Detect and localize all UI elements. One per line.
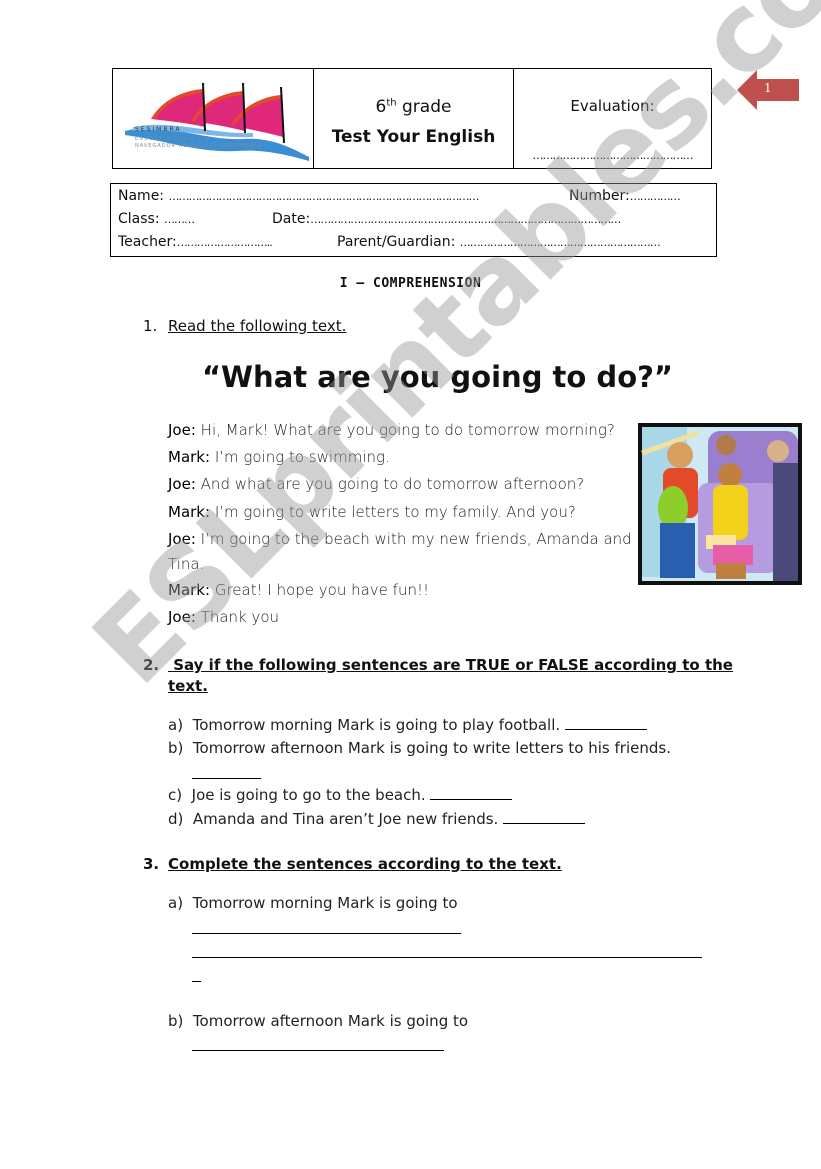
test-title: Test Your English (331, 127, 496, 147)
evaluation-field[interactable]: ………………………………………… (524, 149, 701, 162)
evaluation-label: Evaluation: (570, 97, 655, 115)
dialogue-line: Joe: And what are you going to do tomorr… (168, 475, 585, 493)
student-info-box: Name: ………………………………………………………………………………… Nu… (110, 183, 717, 257)
q2-number: 2. (143, 656, 160, 674)
teacher-field[interactable]: ……………………….. (177, 236, 273, 249)
class-field[interactable]: ……… (164, 213, 195, 226)
date-field[interactable]: ………………………………………………………………………………… (310, 213, 621, 226)
q1-number: 1. (143, 317, 158, 335)
q2-heading-cont: text. (168, 677, 208, 695)
header-table: SESIMBRA ESCOLA BÁSICA 2,3 NAVEGADOR ROD… (112, 68, 712, 169)
class-label: Class: (118, 211, 160, 227)
tf-item-d: d) Amanda and Tina aren’t Joe new friend… (168, 810, 586, 828)
answer-blank[interactable] (192, 778, 261, 779)
q3-number: 3. (143, 855, 160, 873)
story-title: “What are you going to do?” (202, 360, 673, 394)
complete-item-b: b) Tomorrow afternoon Mark is going to (168, 1012, 469, 1030)
answer-blank[interactable] (564, 717, 647, 730)
answer-blank[interactable] (430, 787, 513, 800)
name-field[interactable]: ………………………………………………………………………………… (168, 190, 479, 203)
parent-label: Parent/Guardian: (337, 234, 456, 250)
evaluation-cell: Evaluation: ………………………………………… (514, 69, 711, 168)
dialogue-line: Mark: I’m going to swimming. (168, 448, 390, 466)
answer-line[interactable] (192, 957, 702, 958)
teacher-label: Teacher: (118, 234, 177, 250)
parent-field[interactable]: …………………………………………………… (460, 236, 661, 249)
complete-item-a: a) Tomorrow morning Mark is going to (168, 894, 458, 912)
dialogue-line: Joe: Thank you (168, 608, 280, 626)
dialogue-line: Joe: Hi, Mark! What are you going to do … (168, 421, 615, 439)
dialogue-line: Tina. (168, 555, 205, 573)
svg-text:SESIMBRA: SESIMBRA (135, 126, 182, 133)
svg-text:ESCOLA BÁSICA 2,3: ESCOLA BÁSICA 2,3 (135, 135, 210, 142)
answer-line[interactable] (192, 933, 461, 934)
section-title: I – COMPREHENSION (339, 276, 482, 291)
school-logo-cell: SESIMBRA ESCOLA BÁSICA 2,3 NAVEGADOR ROD… (113, 69, 314, 168)
number-field[interactable]: …………… (630, 190, 681, 203)
school-logo-icon: SESIMBRA ESCOLA BÁSICA 2,3 NAVEGADOR ROD… (125, 82, 309, 161)
answer-line[interactable] (192, 1050, 444, 1051)
dialogue-line: Mark: I’m going to write letters to my f… (168, 503, 576, 521)
dialogue-line: Joe: I’m going to the beach with my new … (168, 530, 632, 548)
grade-label: 6th grade (375, 97, 452, 117)
answer-blank[interactable] (503, 811, 586, 824)
date-label: Date: (272, 211, 311, 227)
q1-heading: Read the following text. (168, 317, 347, 335)
dialogue-line: Mark: Great! I hope you have fun!! (168, 581, 429, 599)
answer-line[interactable] (192, 981, 201, 982)
tf-item-a: a) Tomorrow morning Mark is going to pla… (168, 716, 647, 734)
q2-heading: Say if the following sentences are TRUE … (168, 656, 733, 674)
name-label: Name: (118, 188, 165, 204)
page-number: 1 (764, 81, 772, 95)
q3-heading: Complete the sentences according to the … (168, 855, 562, 873)
svg-text:NAVEGADOR RODRIGUES SOROMENHO: NAVEGADOR RODRIGUES SOROMENHO (135, 143, 263, 149)
tf-item-c: c) Joe is going to go to the beach. (168, 786, 513, 804)
students-on-bus-illustration (638, 423, 802, 585)
tf-item-b: b) Tomorrow afternoon Mark is going to w… (168, 739, 671, 757)
number-label: Number: (569, 188, 630, 204)
title-cell: 6th grade Test Your English (314, 69, 514, 168)
